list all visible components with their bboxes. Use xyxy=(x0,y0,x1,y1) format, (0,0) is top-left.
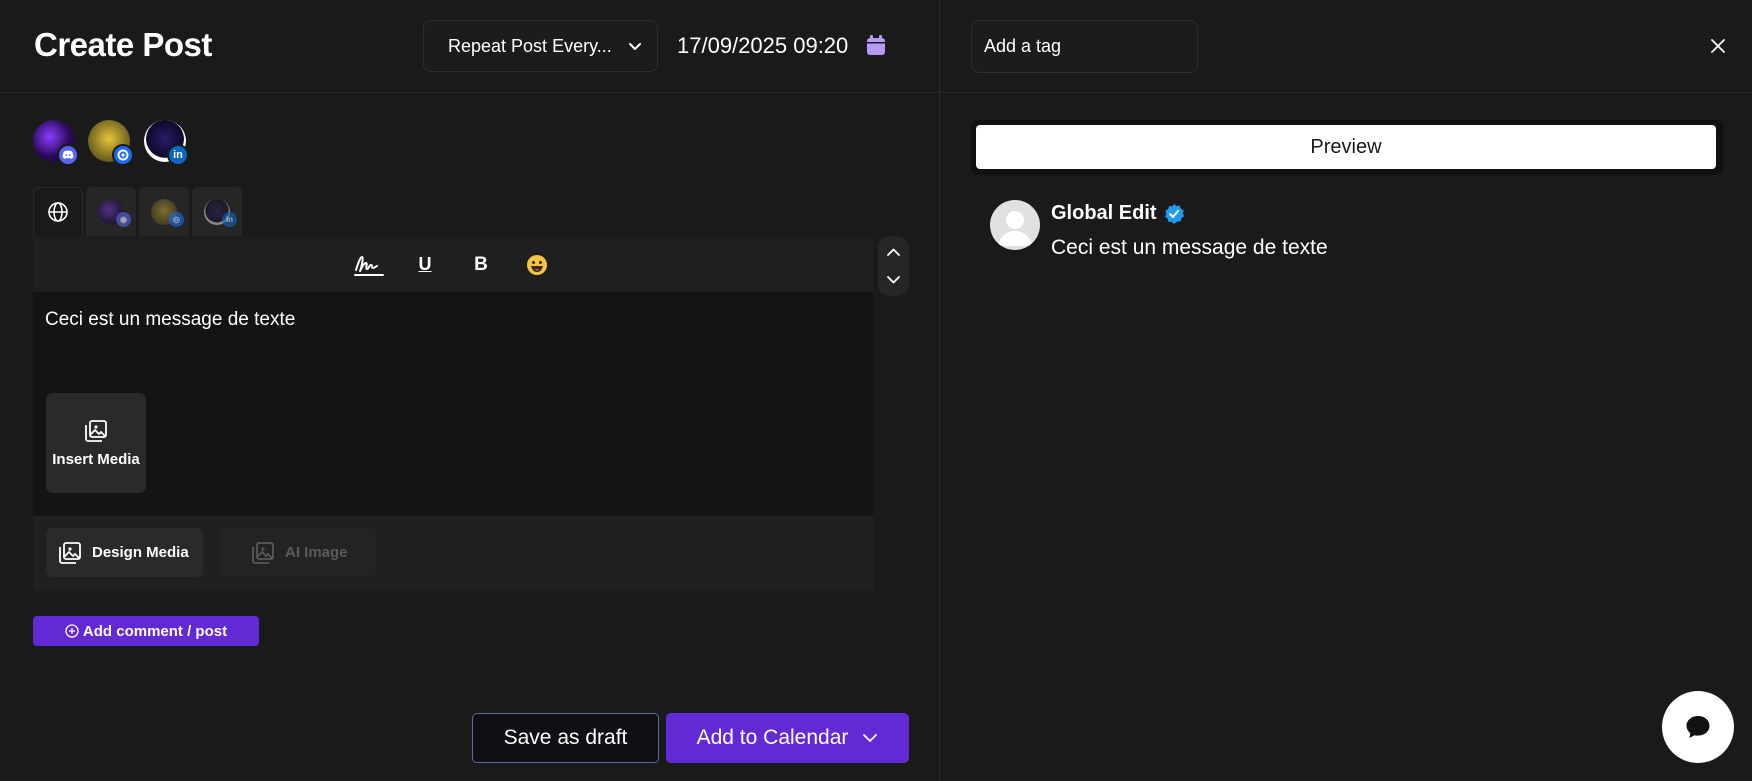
create-post-modal: Create Post Repeat Post Every... 17/09/2… xyxy=(0,0,1752,781)
add-to-calendar-button[interactable]: Add to Calendar xyxy=(666,713,909,763)
post-editor: U B Ceci est un message de texte Insert … xyxy=(33,237,873,591)
verified-icon xyxy=(1164,203,1184,224)
insert-media-label: Insert Media xyxy=(52,450,140,468)
discord-icon xyxy=(57,144,79,166)
post-text[interactable]: Ceci est un message de texte xyxy=(45,309,295,331)
chevron-down-icon xyxy=(629,43,641,50)
design-media-label: Design Media xyxy=(92,544,189,561)
ai-image-button[interactable]: AI Image xyxy=(219,528,376,577)
image-icon xyxy=(85,419,107,442)
page-title: Create Post xyxy=(34,26,212,63)
add-comment-label: Add comment / post xyxy=(82,622,228,640)
calendar-icon[interactable] xyxy=(866,35,886,56)
header-divider xyxy=(0,92,940,93)
tab-nostr[interactable]: ◎ xyxy=(139,187,189,236)
nostr-icon: ◎ xyxy=(169,212,184,227)
editor-toolbar: U B xyxy=(33,237,873,292)
signature-button[interactable] xyxy=(341,245,397,285)
repeat-post-select-value: Repeat Post Every... xyxy=(448,35,612,56)
underline-icon: U xyxy=(418,254,432,274)
tab-linkedin[interactable]: in xyxy=(192,187,242,236)
signature-icon xyxy=(354,255,384,276)
nostr-icon xyxy=(112,144,134,166)
insert-media-button[interactable]: Insert Media xyxy=(46,393,146,493)
preview-text: Ceci est un message de texte xyxy=(1051,236,1328,259)
bold-icon: B xyxy=(474,253,488,275)
preview-panel: Add a tag Preview Global Edit Ceci est u… xyxy=(940,0,1752,781)
chevron-down-icon xyxy=(863,734,878,742)
close-icon[interactable] xyxy=(1708,36,1728,56)
preview-button[interactable]: Preview xyxy=(976,125,1716,169)
bold-button[interactable]: B xyxy=(453,245,509,285)
linkedin-icon: in xyxy=(222,212,237,227)
plus-circle-icon xyxy=(65,624,79,638)
linkedin-icon: in xyxy=(167,144,189,166)
preview-author-name: Global Edit xyxy=(1051,202,1157,224)
tag-input[interactable]: Add a tag xyxy=(971,20,1198,73)
channel-tabs: ◉ ◎ in xyxy=(33,187,242,236)
ai-image-label: AI Image xyxy=(285,544,348,561)
reorder-controls xyxy=(878,236,909,296)
discord-icon: ◉ xyxy=(116,212,131,227)
datetime-value[interactable]: 17/09/2025 09:20 xyxy=(677,33,848,59)
design-media-button[interactable]: Design Media xyxy=(46,528,203,577)
header-divider xyxy=(940,92,1752,93)
preview-tab-bar: Preview xyxy=(971,120,1723,175)
chevron-up-icon[interactable] xyxy=(885,244,902,261)
image-icon xyxy=(252,541,274,564)
globe-icon xyxy=(48,202,68,222)
emoji-button[interactable] xyxy=(509,245,565,285)
editor-panel: Create Post Repeat Post Every... 17/09/2… xyxy=(0,0,940,781)
preview-author: Global Edit xyxy=(1051,202,1185,225)
chevron-down-icon[interactable] xyxy=(885,271,902,288)
underline-button[interactable]: U xyxy=(397,245,453,285)
avatar xyxy=(990,200,1040,250)
chat-support-button[interactable] xyxy=(1662,691,1734,763)
chat-icon xyxy=(1686,716,1710,738)
add-comment-button[interactable]: Add comment / post xyxy=(33,616,259,646)
emoji-icon xyxy=(527,254,547,275)
user-icon xyxy=(998,211,1032,246)
tab-global[interactable] xyxy=(33,187,83,236)
save-draft-button[interactable]: Save as draft xyxy=(472,713,659,763)
image-icon xyxy=(59,541,81,564)
repeat-post-select[interactable]: Repeat Post Every... xyxy=(423,20,658,72)
media-bar: Design Media AI Image xyxy=(33,516,873,591)
tab-discord[interactable]: ◉ xyxy=(86,187,136,236)
add-to-calendar-label: Add to Calendar xyxy=(696,726,849,749)
